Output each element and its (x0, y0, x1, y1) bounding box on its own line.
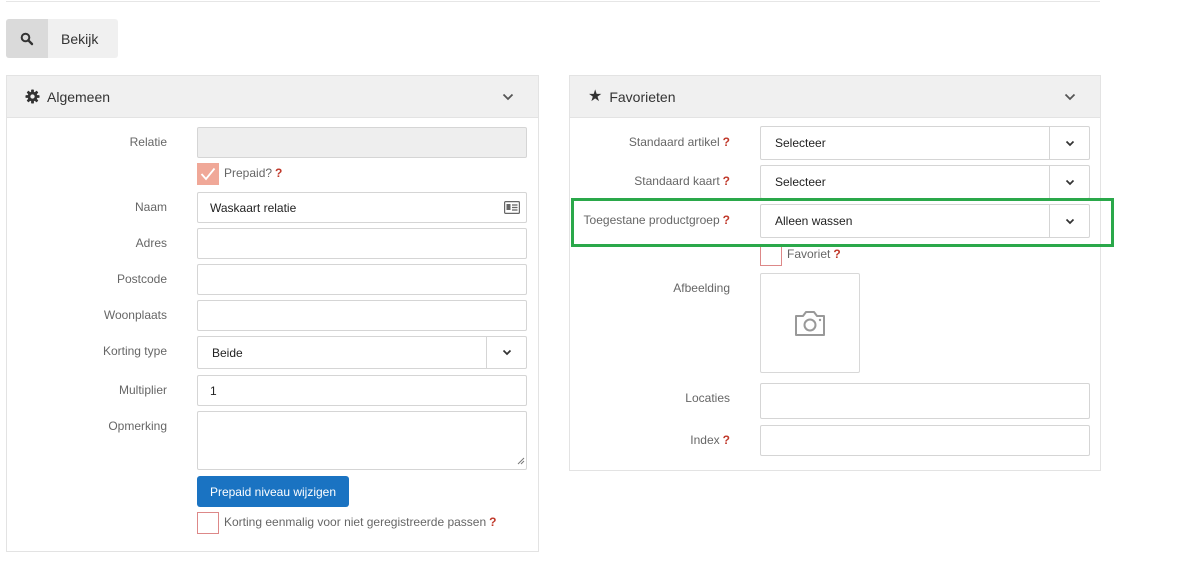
help-icon[interactable]: ? (723, 433, 730, 447)
image-upload[interactable] (760, 273, 860, 373)
help-icon[interactable]: ? (723, 135, 730, 149)
postcode-label: Postcode (116, 272, 167, 286)
locations-field[interactable] (760, 383, 1090, 419)
remark-label: Opmerking (108, 419, 167, 433)
favorites-panel-title: Favorieten (609, 88, 676, 105)
prepaid-label: Prepaid?? (224, 166, 283, 180)
check-icon (200, 167, 216, 181)
prepaid-checkbox[interactable] (197, 163, 219, 185)
default-card-select[interactable]: Selecteer (760, 165, 1090, 199)
chevron-down-icon (1049, 127, 1089, 159)
city-label: Woonplaats (103, 308, 167, 322)
view-button-label: Bekijk (61, 30, 99, 47)
id-card-icon (504, 201, 521, 217)
relation-label: Relatie (129, 135, 167, 149)
one-time-discount-label: Korting eenmalig voor niet geregistreerd… (224, 515, 497, 529)
top-divider (6, 1, 1100, 2)
discount-type-select[interactable]: Beide (197, 336, 527, 369)
chevron-down-icon (486, 337, 526, 368)
default-card-label: Standaard kaart? (634, 174, 730, 188)
multiplier-label: Multiplier (118, 383, 167, 397)
address-field[interactable] (197, 228, 527, 259)
view-button[interactable]: Bekijk (6, 19, 118, 58)
relation-field[interactable] (197, 127, 527, 158)
name-label: Naam (134, 200, 167, 214)
help-icon[interactable]: ? (723, 174, 730, 188)
help-icon[interactable]: ? (489, 515, 496, 529)
chevron-down-icon[interactable] (1062, 89, 1078, 105)
locations-label: Locaties (685, 391, 730, 405)
favorite-label: Favoriet? (787, 247, 841, 261)
index-field[interactable] (760, 425, 1090, 456)
resize-handle-icon[interactable] (517, 454, 525, 468)
discount-type-label: Korting type (102, 344, 167, 358)
gear-icon (25, 89, 40, 104)
general-panel-title: Algemeen (47, 88, 111, 105)
favorite-checkbox[interactable] (760, 244, 782, 266)
one-time-discount-checkbox[interactable] (197, 512, 219, 534)
prepaid-level-button[interactable]: Prepaid niveau wijzigen (197, 476, 349, 507)
chevron-down-icon (1049, 166, 1089, 198)
default-article-label: Standaard artikel? (628, 135, 730, 149)
camera-icon (795, 311, 825, 336)
help-icon[interactable]: ? (833, 247, 840, 261)
address-label: Adres (135, 236, 167, 250)
multiplier-field[interactable]: 1 (197, 375, 527, 406)
help-icon[interactable]: ? (275, 166, 282, 180)
remark-textarea[interactable] (197, 411, 527, 470)
search-icon (6, 19, 48, 58)
postcode-field[interactable] (197, 264, 527, 295)
chevron-down-icon[interactable] (500, 89, 516, 105)
index-label: Index? (690, 433, 730, 447)
highlight-box (571, 198, 1114, 247)
image-label: Afbeelding (673, 281, 730, 295)
default-article-select[interactable]: Selecteer (760, 126, 1090, 160)
name-field[interactable]: Waskaart relatie (197, 192, 527, 223)
favorites-panel-header[interactable]: ★ Favorieten (570, 76, 1100, 118)
general-panel-header[interactable]: Algemeen (7, 76, 538, 118)
star-icon: ★ (588, 87, 603, 105)
city-field[interactable] (197, 300, 527, 331)
